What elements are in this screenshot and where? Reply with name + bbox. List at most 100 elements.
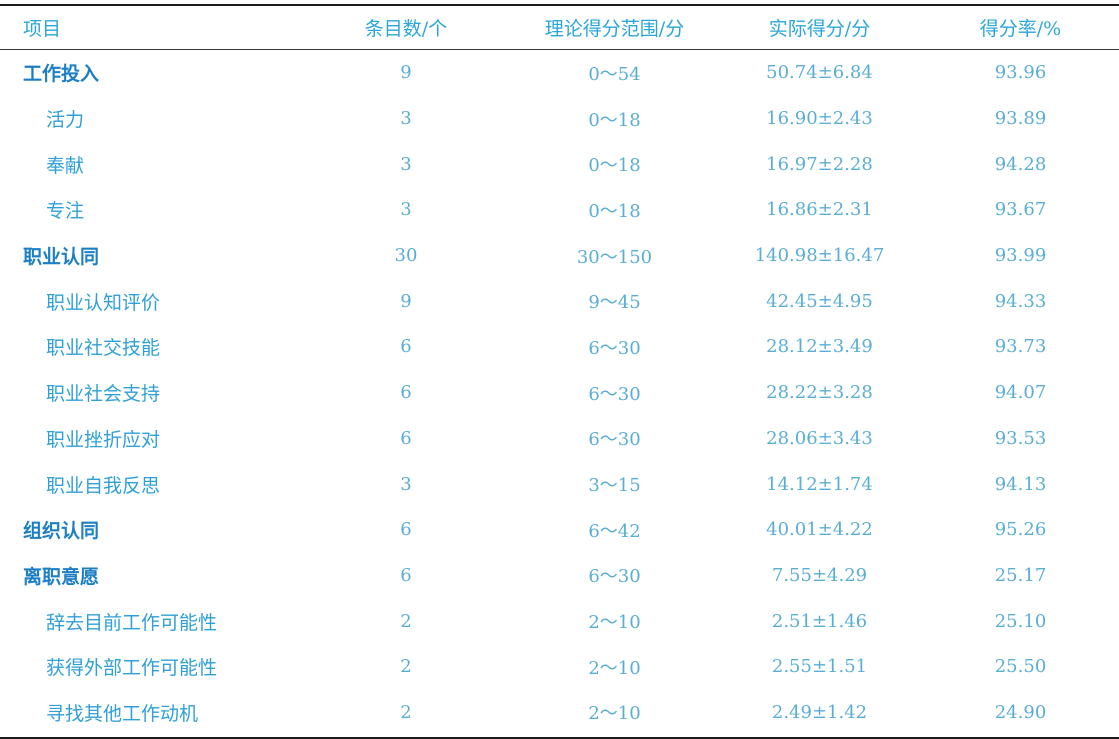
table-row-sub: 专注 3 0～18 16.86±2.31 93.67 [0,187,1119,233]
table-row-sub: 辞去目前工作可能性 2 2～10 2.51±1.46 25.10 [0,598,1119,644]
score-table-wrapper: 项目 条目数/个 理论得分范围/分 实际得分/分 得分率/% 工作投入 9 0～54… [0,4,1119,739]
cell-score: 28.22±3.28 [766,382,873,404]
table-header: 项目 条目数/个 理论得分范围/分 实际得分/分 得分率/% [0,6,1119,49]
cell-score: 40.01±4.22 [766,519,873,541]
cell-item: 寻找其他工作动机 [46,702,199,725]
cell-count: 9 [400,62,412,84]
cell-item: 职业自我反思 [46,474,161,497]
cell-rate: 25.50 [994,656,1047,678]
cell-score: 2.51±1.46 [771,610,868,632]
cell-item: 专注 [46,200,85,223]
header-range: 理论得分范围/分 [544,18,685,40]
cell-count: 2 [400,701,412,723]
cell-score: 50.74±6.84 [766,62,873,84]
cell-rate: 94.13 [994,473,1047,495]
cell-score: 16.86±2.31 [766,199,873,221]
cell-item: 获得外部工作可能性 [46,657,218,680]
header-count: 条目数/个 [364,18,448,40]
cell-range: 3～15 [588,475,641,497]
table-row-group: 工作投入 9 0～54 50.74±6.84 93.96 [0,50,1119,96]
cell-range: 6～42 [588,520,641,542]
cell-rate: 95.26 [994,519,1047,541]
table-row-sub: 职业挫折应对 6 6～30 28.06±3.43 93.53 [0,416,1119,462]
cell-item: 职业社交技能 [46,337,161,360]
cell-range: 2～10 [588,612,641,634]
cell-count: 6 [400,336,412,358]
cell-item: 职业认同 [23,246,100,269]
cell-range: 0～54 [588,63,641,85]
cell-rate: 93.73 [994,336,1047,358]
table-row-sub: 获得外部工作可能性 2 2～10 2.55±1.51 25.50 [0,644,1119,690]
cell-rate: 94.28 [994,153,1047,175]
cell-count: 2 [400,610,412,632]
cell-score: 28.12±3.49 [766,336,873,358]
cell-rate: 94.07 [994,382,1047,404]
cell-item: 职业认知评价 [46,291,161,314]
cell-item: 辞去目前工作可能性 [46,611,218,634]
cell-item: 工作投入 [23,63,100,86]
cell-count: 9 [400,290,412,312]
cell-count: 6 [400,519,412,541]
cell-rate: 25.10 [994,610,1047,632]
cell-score: 16.97±2.28 [766,153,873,175]
cell-item: 组织认同 [23,520,100,543]
cell-range: 0～18 [588,109,641,131]
table-row-sub: 活力 3 0～18 16.90±2.43 93.89 [0,96,1119,142]
table-body: 工作投入 9 0～54 50.74±6.84 93.96 活力 3 0～18 16.90±2.4… [0,50,1119,735]
score-table: 项目 条目数/个 理论得分范围/分 实际得分/分 得分率/% [0,6,1119,49]
cell-range: 0～18 [588,155,641,177]
cell-score: 7.55±4.29 [771,564,868,586]
cell-count: 6 [400,427,412,449]
cell-range: 2～10 [588,703,641,725]
table-row-sub: 奉献 3 0～18 16.97±2.28 94.28 [0,141,1119,187]
cell-count: 6 [400,382,412,404]
score-table-body: 工作投入 9 0～54 50.74±6.84 93.96 活力 3 0～18 16.90±2.4… [0,50,1119,735]
cell-item: 职业挫折应对 [46,428,161,451]
cell-count: 3 [400,473,412,495]
cell-rate: 93.53 [994,427,1047,449]
header-row: 项目 条目数/个 理论得分范围/分 实际得分/分 得分率/% [0,6,1119,49]
cell-score: 2.55±1.51 [771,656,868,678]
cell-score: 14.12±1.74 [766,473,873,495]
table-row-group: 离职意愿 6 6～30 7.55±4.29 25.17 [0,553,1119,599]
cell-range: 6～30 [588,566,641,588]
cell-rate: 93.96 [994,62,1047,84]
cell-score: 42.45±4.95 [766,290,873,312]
cell-count: 2 [400,656,412,678]
header-item: 项目 [23,18,62,40]
cell-score: 140.98±16.47 [754,245,885,267]
table-row-group: 职业认同 30 30～150 140.98±16.47 93.99 [0,233,1119,279]
cell-rate: 25.17 [994,564,1047,586]
cell-range: 2～10 [588,657,641,679]
header-score: 实际得分/分 [768,18,871,40]
cell-count: 30 [394,245,418,267]
cell-rate: 94.33 [994,290,1047,312]
cell-range: 30～150 [576,246,653,268]
cell-item: 离职意愿 [23,565,100,588]
cell-rate: 93.67 [994,199,1047,221]
table-row-sub: 职业社交技能 6 6～30 28.12±3.49 93.73 [0,324,1119,370]
cell-rate: 24.90 [994,701,1047,723]
cell-score: 28.06±3.43 [766,427,873,449]
table-row-group: 组织认同 6 6～42 40.01±4.22 95.26 [0,507,1119,553]
header-rate: 得分率/% [979,18,1062,40]
table-row-sub: 职业社会支持 6 6～30 28.22±3.28 94.07 [0,370,1119,416]
cell-score: 2.49±1.42 [771,701,868,723]
cell-range: 9～45 [588,292,641,314]
cell-range: 6～30 [588,429,641,451]
cell-count: 6 [400,564,412,586]
cell-item: 职业社会支持 [46,383,161,406]
cell-item: 奉献 [46,154,85,177]
cell-range: 6～30 [588,383,641,405]
cell-item: 活力 [46,109,85,132]
cell-range: 0～18 [588,200,641,222]
cell-range: 6～30 [588,337,641,359]
cell-rate: 93.89 [994,108,1047,130]
cell-count: 3 [400,108,412,130]
table-row-sub: 寻找其他工作动机 2 2～10 2.49±1.42 24.90 [0,690,1119,736]
cell-count: 3 [400,199,412,221]
cell-count: 3 [400,153,412,175]
cell-rate: 93.99 [994,245,1047,267]
table-row-sub: 职业认知评价 9 9～45 42.45±4.95 94.33 [0,278,1119,324]
cell-score: 16.90±2.43 [766,108,873,130]
